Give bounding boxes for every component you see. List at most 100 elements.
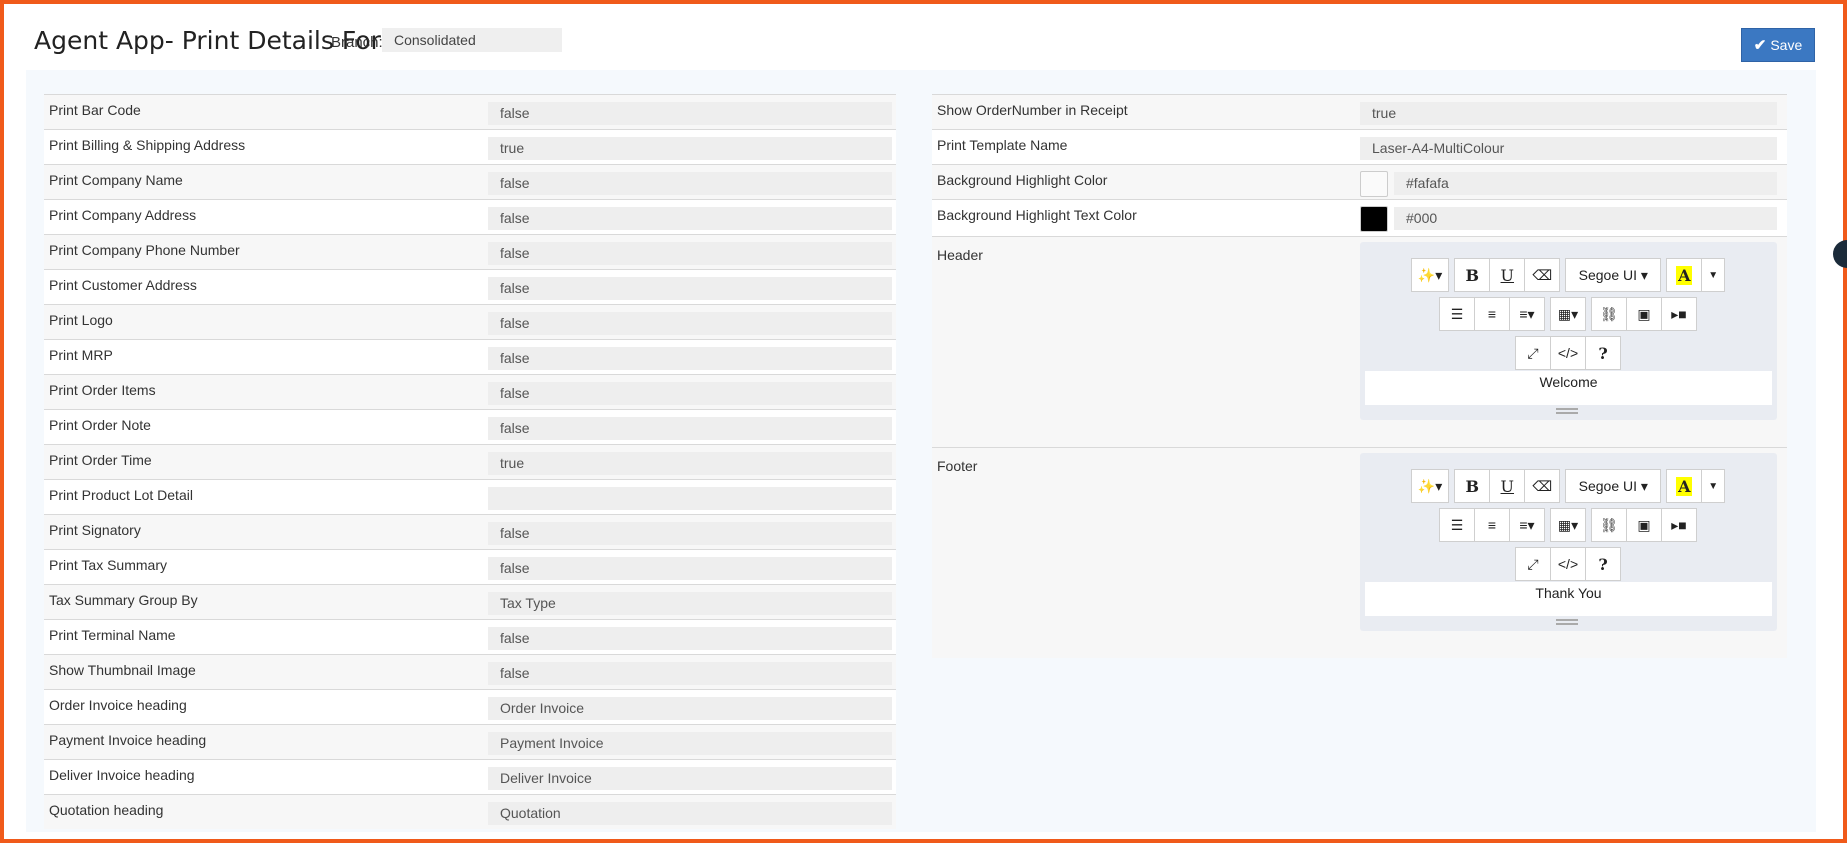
setting-value-field[interactable]: false: [488, 522, 892, 545]
setting-row: Print Company Name false: [44, 164, 896, 199]
setting-label: Tax Summary Group By: [49, 592, 198, 608]
setting-row-bg-highlight-text: Background Highlight Text Color #000: [932, 199, 1787, 236]
setting-value-field[interactable]: Deliver Invoice: [488, 767, 892, 790]
setting-value-field[interactable]: false: [488, 557, 892, 580]
setting-row: Print Company Address false: [44, 199, 896, 234]
highlight-color-button[interactable]: A: [1666, 469, 1703, 503]
font-family-value: Segoe UI: [1578, 267, 1637, 283]
help-button[interactable]: ?: [1585, 336, 1621, 370]
setting-row: Show Thumbnail Image false: [44, 654, 896, 689]
fullscreen-icon[interactable]: ⤢: [1515, 336, 1551, 370]
setting-label: Print Company Address: [49, 207, 197, 223]
setting-value-field[interactable]: Laser-A4-MultiColour: [1360, 137, 1777, 160]
setting-row-show-order-number: Show OrderNumber in Receipt true: [932, 94, 1787, 129]
underline-button[interactable]: U: [1489, 469, 1526, 503]
setting-label: Print Product Lot Detail: [49, 487, 193, 503]
highlight-color-button[interactable]: A: [1666, 258, 1703, 292]
table-icon[interactable]: ▦▾: [1550, 297, 1586, 331]
link-icon[interactable]: ⛓: [1591, 508, 1627, 542]
setting-label: Show Thumbnail Image: [49, 662, 196, 678]
video-icon[interactable]: ▸■: [1661, 297, 1697, 331]
code-view-button[interactable]: </>: [1550, 336, 1586, 370]
bold-button[interactable]: B: [1454, 258, 1491, 292]
code-view-button[interactable]: </>: [1550, 547, 1586, 581]
setting-label: Print Logo: [49, 312, 113, 328]
editor-content-area[interactable]: Thank You: [1365, 582, 1772, 616]
setting-value-field[interactable]: #000: [1394, 207, 1777, 230]
setting-value-field[interactable]: true: [488, 137, 892, 160]
setting-value-field[interactable]: false: [488, 172, 892, 195]
align-icon[interactable]: ≡▾: [1509, 297, 1545, 331]
magic-wand-icon[interactable]: ✨▾: [1410, 258, 1450, 292]
setting-value-field[interactable]: false: [488, 242, 892, 265]
settings-panel: Print Bar Code false Print Billing & Shipp…: [26, 70, 1816, 832]
floating-handle[interactable]: [1833, 240, 1847, 268]
image-icon[interactable]: ▣: [1626, 508, 1662, 542]
resize-grip-icon[interactable]: [1556, 619, 1578, 625]
fullscreen-icon[interactable]: ⤢: [1515, 547, 1551, 581]
setting-value-field[interactable]: [488, 487, 892, 510]
setting-value-field[interactable]: false: [488, 277, 892, 300]
setting-row: Print Bar Code false: [44, 94, 896, 129]
setting-value-field[interactable]: false: [488, 312, 892, 335]
eraser-icon[interactable]: ⌫: [1524, 258, 1561, 292]
setting-value-field[interactable]: false: [488, 417, 892, 440]
branch-select[interactable]: Consolidated: [382, 28, 562, 52]
setting-row: Quotation heading Quotation: [44, 794, 896, 829]
eraser-icon[interactable]: ⌫: [1524, 469, 1561, 503]
video-icon[interactable]: ▸■: [1661, 508, 1697, 542]
numbered-list-icon[interactable]: ≡: [1474, 508, 1510, 542]
toolbar-row-1: ✨▾ B U ⌫ Segoe UI ▾ A ▼: [1360, 469, 1777, 503]
highlight-glyph: A: [1676, 476, 1693, 496]
bullet-list-icon[interactable]: ☰: [1439, 508, 1475, 542]
setting-value-field[interactable]: true: [1360, 102, 1777, 125]
bullet-list-icon[interactable]: ☰: [1439, 297, 1475, 331]
setting-value-field[interactable]: false: [488, 382, 892, 405]
chevron-down-icon[interactable]: ▼: [1701, 469, 1726, 503]
numbered-list-icon[interactable]: ≡: [1474, 297, 1510, 331]
setting-value-field[interactable]: false: [488, 627, 892, 650]
setting-value-field[interactable]: true: [488, 452, 892, 475]
setting-row-template-name: Print Template Name Laser-A4-MultiColour: [932, 129, 1787, 164]
setting-value-field[interactable]: Tax Type: [488, 592, 892, 615]
help-button[interactable]: ?: [1585, 547, 1621, 581]
link-icon[interactable]: ⛓: [1591, 297, 1627, 331]
page-title: Agent App- Print Details For: [34, 26, 381, 55]
font-family-value: Segoe UI: [1578, 478, 1637, 494]
resize-grip-icon[interactable]: [1556, 408, 1578, 414]
setting-row-bg-highlight: Background Highlight Color #fafafa: [932, 164, 1787, 199]
setting-value-field[interactable]: false: [488, 207, 892, 230]
save-button[interactable]: ✔ Save: [1741, 28, 1815, 62]
setting-label: Print MRP: [49, 347, 113, 363]
setting-value-field[interactable]: false: [488, 347, 892, 370]
setting-row: Print Signatory false: [44, 514, 896, 549]
table-icon[interactable]: ▦▾: [1550, 508, 1586, 542]
magic-wand-icon[interactable]: ✨▾: [1410, 469, 1450, 503]
setting-value-field[interactable]: #fafafa: [1394, 172, 1777, 195]
setting-row: Tax Summary Group By Tax Type: [44, 584, 896, 619]
setting-value-field[interactable]: false: [488, 102, 892, 125]
chevron-down-icon[interactable]: ▼: [1701, 258, 1726, 292]
toolbar-row-2: ☰ ≡ ≡▾ ▦▾ ⛓ ▣ ▸■: [1360, 508, 1777, 542]
setting-label: Print Order Items: [49, 382, 156, 398]
setting-value-field[interactable]: Payment Invoice: [488, 732, 892, 755]
color-swatch[interactable]: [1360, 171, 1388, 197]
bold-button[interactable]: B: [1454, 469, 1491, 503]
setting-label: Quotation heading: [49, 802, 164, 818]
setting-row: Print Customer Address false: [44, 269, 896, 304]
check-icon: ✔: [1753, 37, 1767, 54]
color-swatch[interactable]: [1360, 206, 1388, 232]
underline-button[interactable]: U: [1489, 258, 1526, 292]
setting-value-field[interactable]: Quotation: [488, 802, 892, 825]
font-family-dropdown[interactable]: Segoe UI ▾: [1565, 258, 1662, 292]
setting-value-field[interactable]: false: [488, 662, 892, 685]
align-icon[interactable]: ≡▾: [1509, 508, 1545, 542]
toolbar-row-3: ⤢ </> ?: [1360, 547, 1777, 581]
setting-row: Print Order Time true: [44, 444, 896, 479]
setting-label: Print Order Time: [49, 452, 152, 468]
editor-content-area[interactable]: Welcome: [1365, 371, 1772, 405]
setting-label: Print Company Name: [49, 172, 183, 188]
setting-value-field[interactable]: Order Invoice: [488, 697, 892, 720]
image-icon[interactable]: ▣: [1626, 297, 1662, 331]
font-family-dropdown[interactable]: Segoe UI ▾: [1565, 469, 1662, 503]
